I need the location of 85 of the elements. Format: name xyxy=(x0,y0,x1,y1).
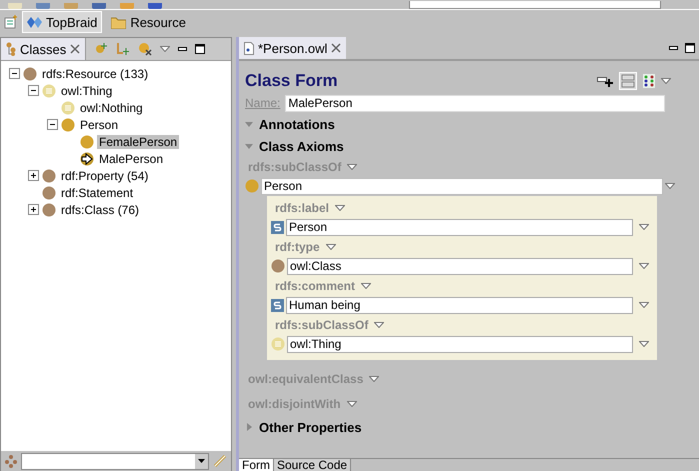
dropdown-icon[interactable] xyxy=(639,224,649,230)
editor-tab[interactable]: *Person.owl xyxy=(239,37,346,59)
minimize-icon[interactable] xyxy=(178,46,188,52)
layout-icon[interactable] xyxy=(619,72,637,90)
delete-class-icon[interactable] xyxy=(138,42,152,56)
form-menu-icon[interactable] xyxy=(661,78,671,84)
value-field[interactable]: owl:Thing xyxy=(287,336,633,352)
property-name: rdfs:subClassOf xyxy=(275,318,368,332)
editor-page-tab[interactable]: Form xyxy=(239,459,274,471)
dropdown-arrow-icon[interactable] xyxy=(198,459,205,463)
arrow-circle-icon xyxy=(80,152,94,166)
circle-icon xyxy=(42,202,56,216)
circle-icon xyxy=(80,134,94,148)
value-field[interactable]: Human being xyxy=(286,296,633,314)
value-field[interactable]: Person xyxy=(261,178,663,194)
tree-item[interactable]: Person xyxy=(78,118,120,132)
circle-icon xyxy=(271,259,285,273)
circle-icon xyxy=(23,66,37,80)
lined-circle-icon xyxy=(61,100,75,114)
dropdown-icon[interactable] xyxy=(665,183,675,189)
dropdown-icon[interactable] xyxy=(326,244,336,250)
value-field[interactable]: Person xyxy=(286,218,633,236)
collapse-toggle-icon[interactable] xyxy=(28,85,39,96)
property-name: owl:disjointWith xyxy=(248,396,341,410)
dropdown-icon[interactable] xyxy=(361,282,372,288)
section-title[interactable]: Class Axioms xyxy=(259,138,344,154)
circle-icon xyxy=(245,179,259,193)
add-subclass-icon[interactable] xyxy=(116,42,130,56)
minimize-icon[interactable] xyxy=(669,46,678,50)
add-widget-icon[interactable] xyxy=(597,74,613,88)
tree-item[interactable]: rdfs:Class (76) xyxy=(59,202,142,216)
diamond-icon xyxy=(27,16,42,28)
form-title: Class Form xyxy=(245,71,338,91)
hierarchy-icon xyxy=(6,42,16,56)
expand-toggle-icon[interactable] xyxy=(28,170,39,181)
circle-icon xyxy=(42,168,56,182)
property-name: rdfs:comment xyxy=(275,278,356,292)
tree-item[interactable]: rdf:Property (54) xyxy=(59,168,150,182)
perspective-button[interactable]: TopBraid xyxy=(22,11,102,33)
lined-circle-icon xyxy=(271,337,285,351)
lined-circle-icon xyxy=(42,84,56,98)
tree-item[interactable]: owl:Nothing xyxy=(78,100,145,114)
grid-icon[interactable] xyxy=(643,74,655,88)
search-field[interactable] xyxy=(409,1,661,9)
s-square-icon xyxy=(271,298,284,312)
dropdown-icon[interactable] xyxy=(639,302,649,308)
dropdown-icon[interactable] xyxy=(346,400,357,406)
section-title[interactable]: Other Properties xyxy=(259,420,362,434)
tree-item[interactable]: MalePerson xyxy=(97,152,166,166)
open-perspective-icon[interactable] xyxy=(4,15,18,29)
editor-page-tab[interactable]: Source Code xyxy=(274,459,352,471)
dropdown-icon[interactable] xyxy=(374,322,384,328)
tree-item[interactable]: owl:Thing xyxy=(59,84,114,98)
file-icon xyxy=(244,42,254,54)
close-icon[interactable] xyxy=(331,43,342,53)
dots-icon xyxy=(4,454,18,468)
collapse-toggle-icon[interactable] xyxy=(9,68,20,79)
dropdown-icon[interactable] xyxy=(335,204,346,210)
dropdown-icon[interactable] xyxy=(639,263,649,269)
tree-item[interactable]: rdfs:Resource (133) xyxy=(40,66,150,80)
property-name: owl:equivalentClass xyxy=(248,372,364,386)
name-field[interactable]: MalePerson xyxy=(285,94,665,112)
circle-icon xyxy=(61,118,75,132)
value-field[interactable]: owl:Class xyxy=(287,258,633,274)
circle-icon xyxy=(42,186,56,200)
tree-item[interactable]: rdf:Statement xyxy=(59,186,136,200)
folder-icon xyxy=(111,16,126,28)
expand-toggle-icon[interactable] xyxy=(28,204,39,215)
dropdown-icon[interactable] xyxy=(369,376,380,382)
close-icon[interactable] xyxy=(70,44,80,54)
property-name: rdf:type xyxy=(275,240,320,254)
view-menu-icon[interactable] xyxy=(160,46,170,52)
s-square-icon xyxy=(271,220,284,234)
section-title[interactable]: Annotations xyxy=(259,116,335,132)
dropdown-icon[interactable] xyxy=(347,164,358,170)
perspective-button[interactable]: Resource xyxy=(106,11,191,33)
dropdown-icon[interactable] xyxy=(639,341,649,347)
view-tab[interactable]: Classes xyxy=(1,38,86,60)
collapse-toggle-icon[interactable] xyxy=(47,119,58,130)
tree-item[interactable]: FemalePerson xyxy=(97,134,180,148)
add-class-icon[interactable] xyxy=(94,42,108,56)
property-name: rdfs:label xyxy=(275,200,330,214)
maximize-icon[interactable] xyxy=(195,44,206,54)
maximize-icon[interactable] xyxy=(685,43,695,53)
property-name: rdfs:subClassOf xyxy=(248,160,342,174)
